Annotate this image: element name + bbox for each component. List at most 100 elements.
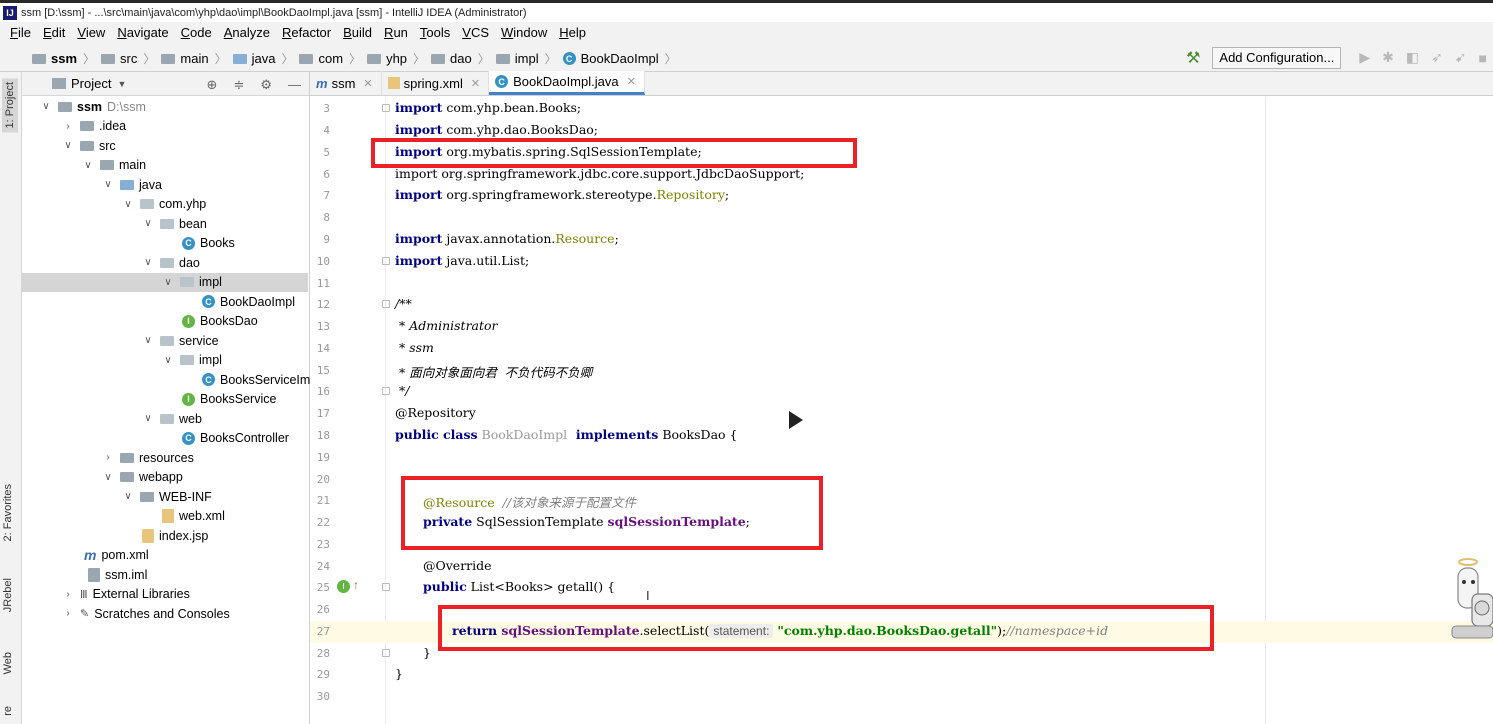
chevron-down-icon[interactable]: ∨ [142,413,154,424]
chevron-down-icon[interactable]: ∨ [102,179,114,190]
tree-node-selected[interactable]: ∨ impl [22,272,308,292]
tree-node[interactable]: ∨ service [142,331,218,350]
hide-icon[interactable]: — [288,77,301,93]
jrebel-run-icon[interactable]: ➶ [1431,49,1443,66]
tree-node[interactable]: C Books [182,234,235,253]
menu-help[interactable]: Help [553,25,592,40]
fold-icon[interactable] [382,583,390,591]
fold-icon[interactable] [382,300,390,308]
tree-node[interactable]: C BooksController [182,429,289,448]
jrebel-debug-icon[interactable]: ➹ [1455,49,1467,66]
tree-node[interactable]: ∨ src [62,136,115,155]
tree-node[interactable]: ∨ ssm D:\ssm [40,97,146,116]
menu-tools[interactable]: Tools [414,25,456,40]
breadcrumb-impl[interactable]: impl [515,51,539,66]
tree-node[interactable]: ∨ webapp [102,468,182,487]
code-text[interactable]: * Administrator [395,318,498,333]
breadcrumb-ssm[interactable]: ssm [51,51,77,66]
chevron-down-icon[interactable]: ∨ [122,199,134,210]
chevron-down-icon[interactable]: ∨ [40,101,52,112]
stop-icon[interactable]: ■ [1479,50,1487,66]
breadcrumb-main[interactable]: main [180,51,208,66]
gear-icon[interactable]: ⚙ [260,77,272,93]
web-tool-tab[interactable]: Web [2,652,14,674]
build-hammer-icon[interactable]: ⚒ [1186,48,1200,68]
breadcrumb-bookdaoimpl[interactable]: BookDaoImpl [581,51,659,66]
overrides-arrow-icon[interactable]: ↑ [353,578,359,592]
tree-node[interactable]: ∨ dao [142,253,200,272]
chevron-down-icon[interactable]: ∨ [142,335,154,346]
add-configuration-button[interactable]: Add Configuration... [1212,46,1342,69]
code-text[interactable]: } [423,645,431,660]
close-icon[interactable]: ✕ [363,77,372,90]
code-text[interactable]: /** [395,296,412,311]
chevron-right-icon[interactable]: › [62,589,74,600]
code-text[interactable]: * ssm [395,340,434,355]
code-text[interactable]: */ [395,383,409,398]
tree-node[interactable]: › .idea [62,117,126,136]
chevron-down-icon[interactable]: ∨ [162,355,174,366]
tree-node[interactable]: ∨ bean [142,214,206,233]
chevron-down-icon[interactable]: ∨ [122,491,134,502]
tree-node[interactable]: index.jsp [142,526,208,545]
collapse-all-icon[interactable]: ≑ [233,77,244,93]
project-tool-tab[interactable]: 1: Project [2,78,18,133]
tree-node[interactable]: › ✎ Scratches and Consoles [62,604,229,623]
locate-icon[interactable]: ⊕ [207,77,218,93]
code-text[interactable]: @Repository [395,405,476,420]
code-text[interactable]: import com.yhp.bean.Books; [395,100,581,115]
code-text[interactable]: public class BookDaoImpl implements Book… [395,427,737,442]
debug-icon[interactable]: ✱ [1382,49,1394,66]
tree-node[interactable]: I BooksDao [182,312,258,331]
code-text[interactable]: } [395,666,403,681]
chevron-right-icon[interactable]: › [62,121,74,132]
tab-spring-xml[interactable]: spring.xml ✕ [382,71,490,95]
fold-icon[interactable] [382,104,390,112]
menu-navigate[interactable]: Navigate [111,25,174,40]
code-text[interactable]: import org.springframework.stereotype.Re… [395,187,729,202]
structure-tool-tab[interactable]: re [2,706,14,716]
menu-vcs[interactable]: VCS [456,25,495,40]
code-text[interactable]: @Override [423,558,492,573]
tree-node[interactable]: ∨ WEB-INF [122,487,211,506]
chevron-down-icon[interactable]: ∨ [142,257,154,268]
tab-ssm[interactable]: m ssm ✕ [310,71,382,95]
menu-code[interactable]: Code [175,25,218,40]
tree-node[interactable]: ∨ impl [162,351,222,370]
tree-node[interactable]: m pom.xml [84,546,149,565]
tree-node[interactable]: ∨ web [142,409,202,428]
tree-node[interactable]: I BooksService [182,390,276,409]
jrebel-tool-tab[interactable]: JRebel [2,578,14,612]
tree-node[interactable]: ∨ main [82,156,146,175]
chevron-down-icon[interactable]: ∨ [82,160,94,171]
menu-window[interactable]: Window [495,25,553,40]
code-text[interactable]: import org.springframework.jdbc.core.sup… [395,166,804,181]
breadcrumb-java[interactable]: java [252,51,276,66]
breadcrumb-src[interactable]: src [120,51,137,66]
tree-node[interactable]: ssm.iml [88,565,147,584]
menu-run[interactable]: Run [378,25,414,40]
menu-edit[interactable]: Edit [37,25,71,40]
tree-node[interactable]: ∨ com.yhp [122,195,206,214]
chevron-right-icon[interactable]: › [62,608,74,619]
breadcrumb-yhp[interactable]: yhp [386,51,407,66]
chevron-down-icon[interactable]: ∨ [142,218,154,229]
code-text[interactable]: import java.util.List; [395,253,529,268]
code-text[interactable]: import com.yhp.dao.BooksDao; [395,122,598,137]
tree-node[interactable]: › Ⅲ External Libraries [62,585,190,604]
coverage-icon[interactable]: ◧ [1406,49,1419,66]
run-icon[interactable]: ▶ [1359,49,1370,66]
chevron-right-icon[interactable]: › [102,452,114,463]
project-panel-title[interactable]: Project [71,76,111,91]
tree-node[interactable]: › resources [102,448,194,467]
chevron-down-icon[interactable]: ∨ [102,472,114,483]
fold-icon[interactable] [382,649,390,657]
close-icon[interactable]: ✕ [471,77,480,90]
breadcrumb-dao[interactable]: dao [450,51,472,66]
chevron-down-icon[interactable]: ∨ [62,140,74,151]
implements-method-icon[interactable]: I [337,580,350,593]
breadcrumb-com[interactable]: com [318,51,343,66]
code-text[interactable]: * 面向对象面向君 不负代码不负卿 [395,362,592,381]
favorites-tool-tab[interactable]: 2: Favorites [2,484,14,541]
code-text[interactable]: import javax.annotation.Resource; [395,231,619,246]
